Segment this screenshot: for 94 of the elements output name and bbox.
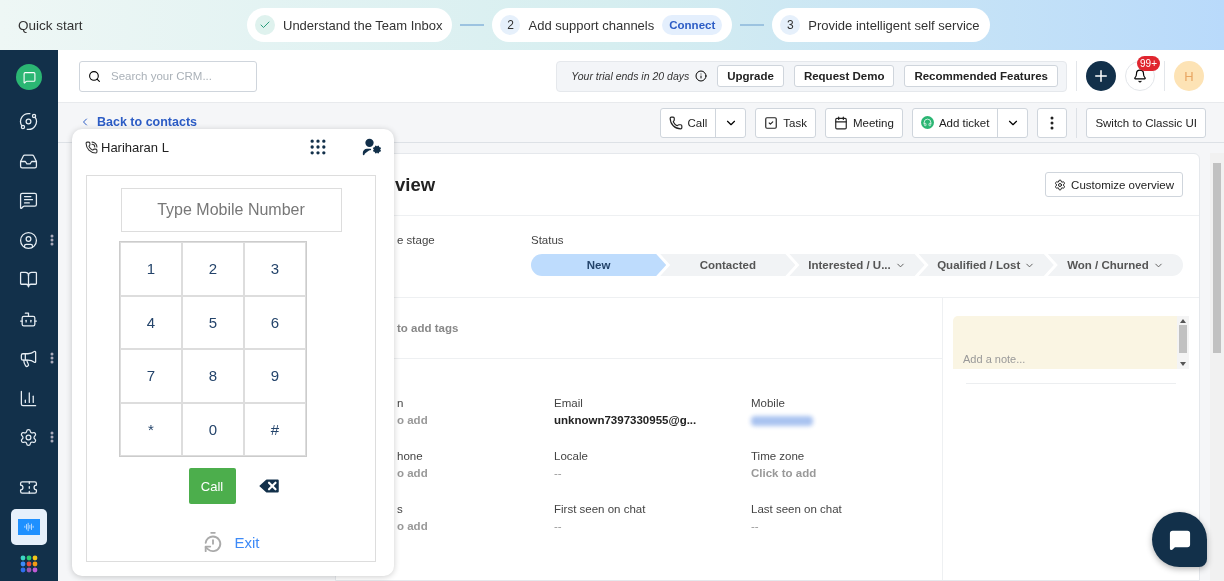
field-label: Mobile (751, 397, 785, 409)
field-value: unknown7397330955@g... (554, 414, 697, 426)
add-button[interactable] (1086, 61, 1116, 91)
connect-link[interactable]: Connect (662, 15, 723, 35)
headset-icon (920, 116, 934, 129)
header-button[interactable]: Upgrade (717, 65, 784, 87)
keypad-key[interactable]: 7 (120, 349, 182, 403)
more-icon[interactable] (50, 233, 54, 246)
field-label: s (397, 503, 403, 515)
scroll-up-icon[interactable] (1180, 319, 1186, 323)
keypad-key[interactable]: 1 (120, 242, 182, 296)
settings-icon (19, 428, 38, 448)
logo-icon[interactable] (16, 64, 42, 90)
calendar-icon (833, 115, 848, 130)
step-label: Understand the Team Inbox (283, 17, 443, 33)
check-icon (255, 15, 275, 35)
field-label: Time zone (751, 450, 805, 462)
status-label: Status (531, 234, 565, 246)
book-icon (19, 270, 38, 290)
overview-title: view (395, 173, 436, 196)
more-icon (1050, 115, 1055, 130)
note-scrollbar[interactable] (1177, 316, 1189, 369)
action-button[interactable]: Task (755, 107, 816, 138)
plus-icon (1092, 67, 1110, 85)
phone-icon (85, 140, 98, 154)
more-icon[interactable] (50, 352, 54, 364)
field-label: hone (397, 450, 423, 462)
onboarding-step[interactable]: 3 Provide intelligent self service (772, 8, 990, 42)
chat-icon (1168, 528, 1191, 551)
scroll-down-icon[interactable] (1180, 362, 1186, 366)
field-value: -- (554, 467, 562, 479)
chart-icon (19, 388, 38, 408)
status-stage[interactable]: New (531, 254, 667, 276)
field-label: e stage (397, 234, 435, 246)
settings-icon (1054, 178, 1067, 191)
user-icon (19, 230, 38, 250)
onboarding-step[interactable]: Understand the Team Inbox (247, 8, 453, 42)
apps-grid-icon[interactable] (20, 555, 38, 573)
scrollbar[interactable] (1210, 153, 1224, 581)
field-label: First seen on chat (554, 503, 646, 515)
keypad-key[interactable]: 0 (182, 402, 244, 456)
quick-start-title: Quick start (18, 17, 84, 33)
field-label: n (397, 397, 404, 409)
keypad-key[interactable]: 3 (244, 242, 306, 296)
step-label: Add support channels (528, 17, 655, 33)
onboarding-step[interactable]: 2 Add support channels Connect (492, 8, 733, 42)
action-button[interactable]: Call (660, 108, 717, 137)
classic-ui-button[interactable]: Switch to Classic UI (1086, 107, 1206, 138)
phone-number-field[interactable]: Type Mobile Number (120, 188, 342, 232)
field-value: -- (554, 520, 562, 532)
megaphone-icon (19, 349, 38, 369)
more-icon[interactable] (50, 431, 54, 443)
field-label: Locale (554, 450, 588, 462)
search-box[interactable]: Search your CRM... (79, 60, 257, 92)
bell-icon (1133, 69, 1147, 83)
status-stage[interactable]: Qualified / Lost (918, 254, 1054, 276)
keypad-key[interactable]: 4 (120, 295, 182, 349)
keypad-key[interactable]: 9 (244, 349, 306, 403)
keypad-key[interactable]: * (120, 402, 182, 456)
field-label: Last seen on chat (751, 503, 842, 515)
action-button[interactable]: Meeting (824, 107, 903, 138)
redacted-value (751, 416, 813, 426)
keypad-key[interactable]: 5 (182, 295, 244, 349)
step-number: 3 (780, 15, 801, 35)
task-icon (764, 115, 779, 130)
step-label: Provide intelligent self service (808, 17, 980, 33)
keypad-key[interactable]: 8 (182, 349, 244, 403)
search-icon (88, 69, 101, 83)
waveform-icon (18, 519, 40, 535)
back-link[interactable]: Back to contacts (79, 115, 198, 129)
keypad-key[interactable]: 6 (244, 295, 306, 349)
field-label: Email (554, 397, 583, 409)
customize-button[interactable]: Customize overview (1045, 172, 1183, 197)
phone-icon (668, 115, 683, 130)
field-value: -- (751, 520, 759, 532)
keypad-icon[interactable] (308, 137, 328, 157)
user-settings-icon[interactable] (362, 137, 382, 157)
header-button[interactable]: Request Demo (793, 65, 895, 87)
step-number: 2 (500, 15, 521, 35)
note-field[interactable]: Add a note... (959, 316, 1177, 369)
header-button[interactable]: Recommended Features (904, 65, 1058, 87)
chat-icon (19, 191, 38, 211)
notification-badge: 99+ (1137, 56, 1160, 71)
trial-text: Your trial ends in 20 days (571, 70, 690, 82)
status-stage[interactable]: Won / Churned (1047, 254, 1183, 276)
status-stage[interactable]: Contacted (660, 254, 796, 276)
orbit-icon (19, 112, 38, 132)
action-button[interactable]: Add ticket (912, 108, 999, 137)
contact-name: Hariharan L (101, 139, 169, 155)
tags-placeholder[interactable]: to add tags (397, 322, 459, 334)
status-stage[interactable]: Interested / U... (789, 254, 925, 276)
info-icon[interactable] (695, 70, 708, 82)
keypad-key[interactable]: 2 (182, 242, 244, 296)
keypad-key[interactable]: # (244, 402, 306, 456)
